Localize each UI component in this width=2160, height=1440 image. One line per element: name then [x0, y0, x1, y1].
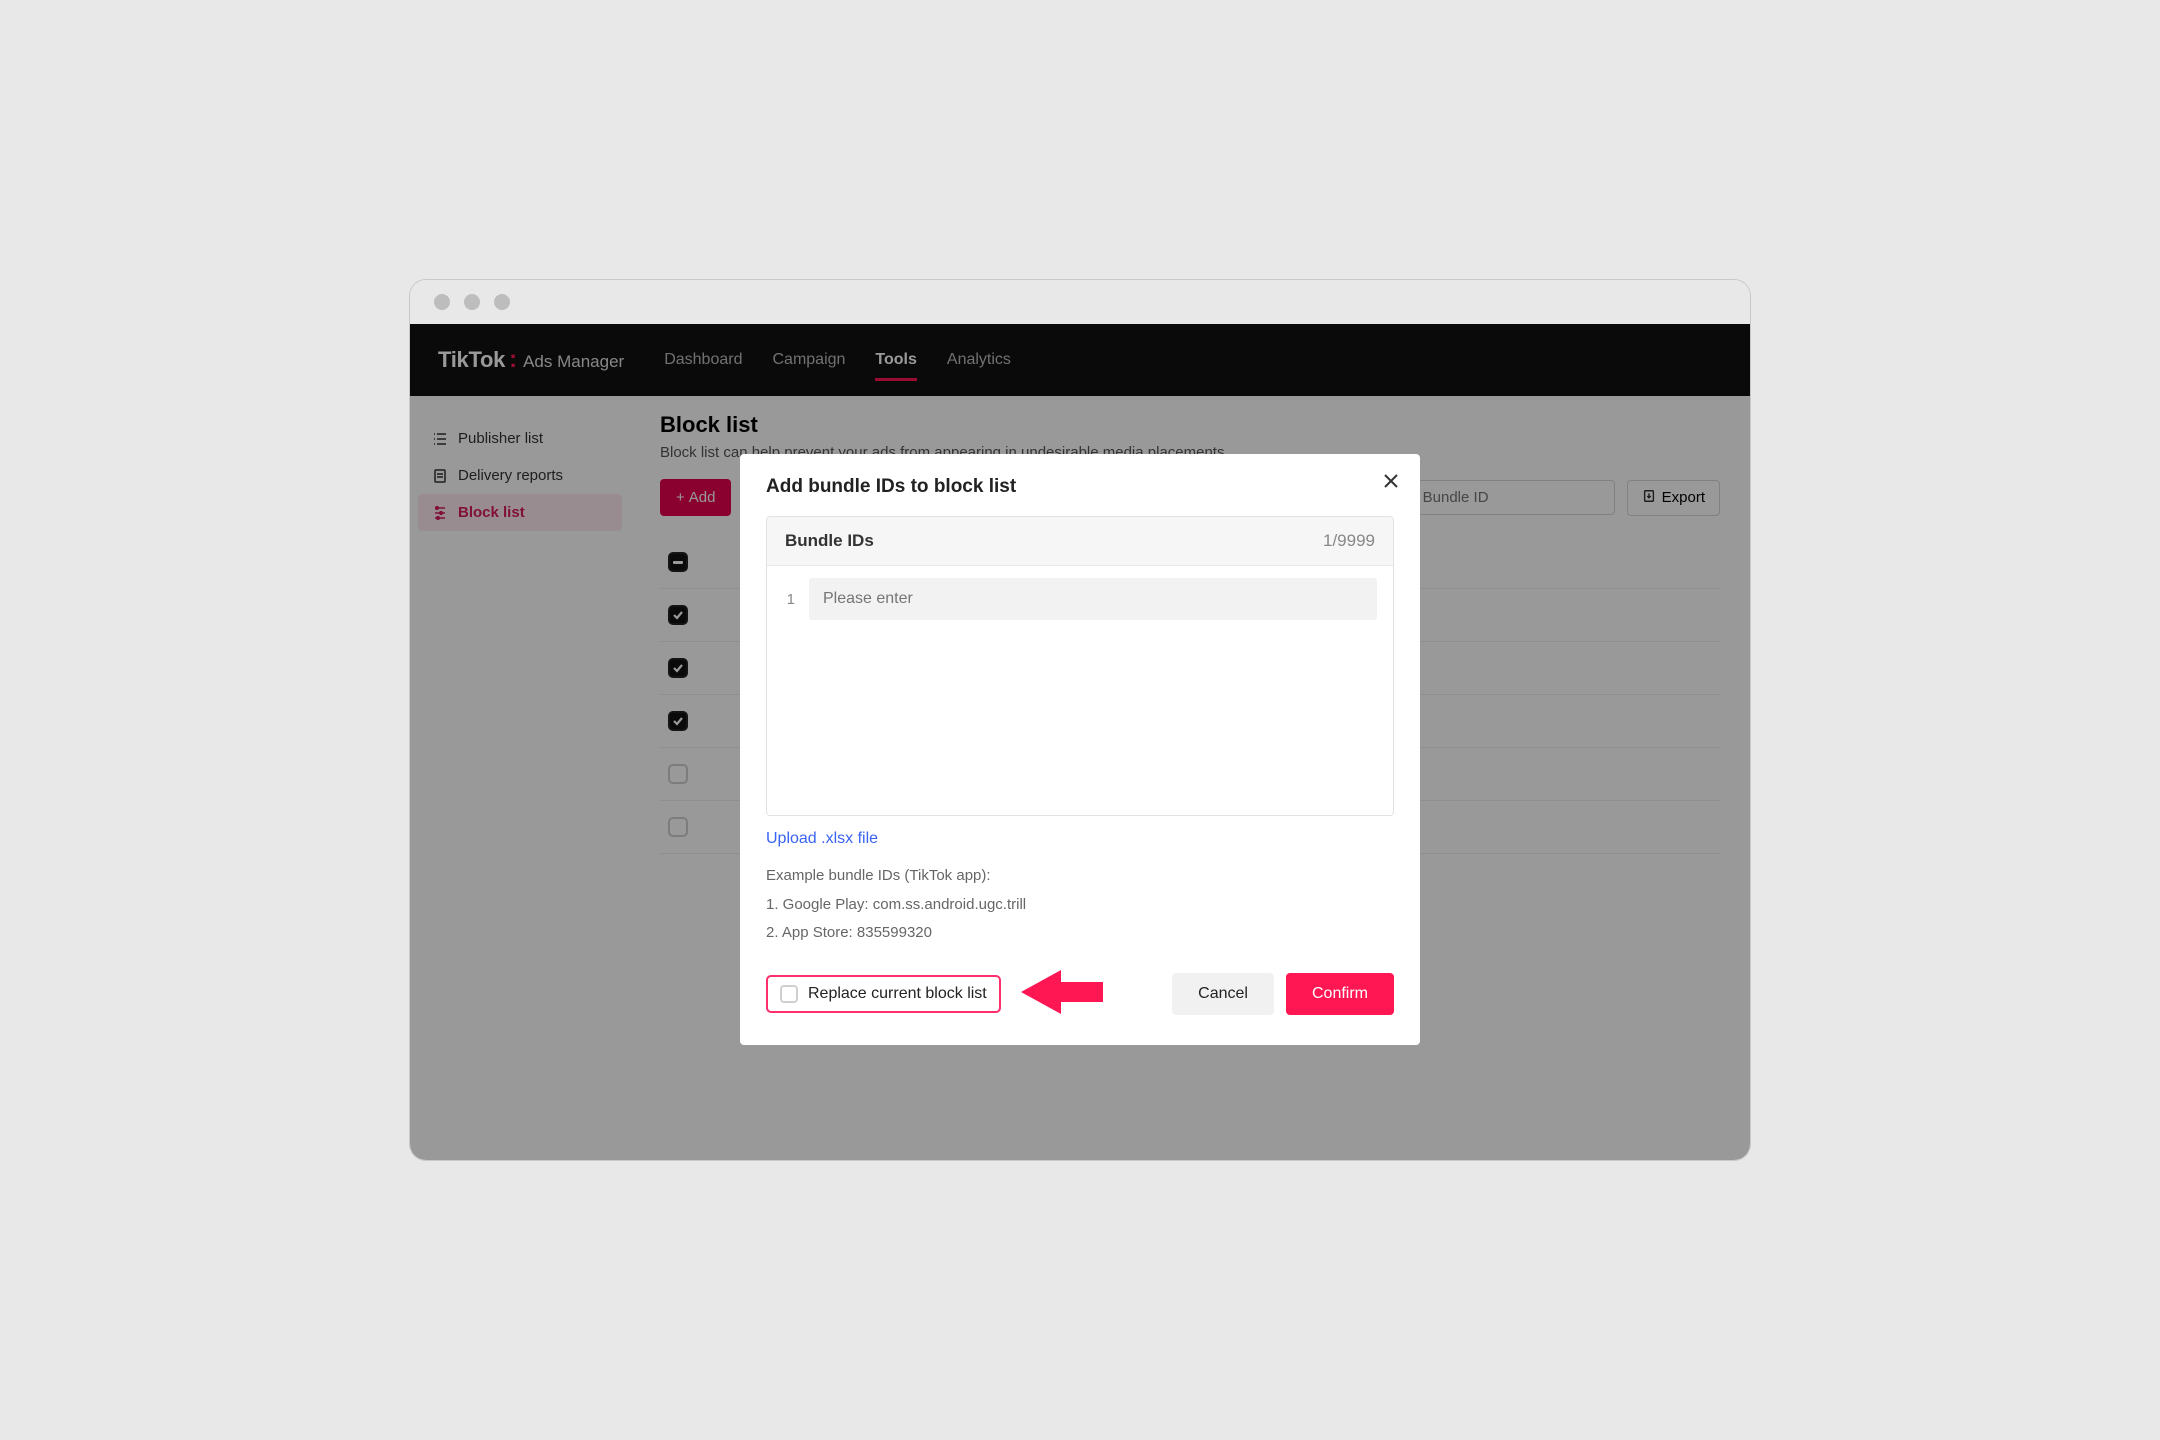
- bundle-ids-count: 1/9999: [1323, 531, 1375, 551]
- row-number: 1: [783, 591, 795, 608]
- replace-checkbox-wrap[interactable]: Replace current block list: [766, 975, 1001, 1013]
- cancel-button[interactable]: Cancel: [1172, 973, 1274, 1015]
- bundle-ids-box: Bundle IDs 1/9999 1: [766, 516, 1394, 816]
- traffic-maximize[interactable]: [494, 294, 510, 310]
- modal-overlay[interactable]: Add bundle IDs to block list Bundle IDs …: [410, 324, 1750, 1160]
- bundle-id-input[interactable]: [809, 578, 1377, 620]
- bundle-ids-header: Bundle IDs 1/9999: [767, 517, 1393, 566]
- browser-frame: TikTok: Ads Manager Dashboard Campaign T…: [410, 280, 1750, 1160]
- modal-footer: Replace current block list Cancel Confir…: [766, 970, 1394, 1019]
- example-line: 1. Google Play: com.ss.android.ugc.trill: [766, 891, 1394, 920]
- close-button[interactable]: [1382, 472, 1400, 495]
- confirm-button[interactable]: Confirm: [1286, 973, 1394, 1015]
- example-line: 2. App Store: 835599320: [766, 919, 1394, 948]
- modal-title: Add bundle IDs to block list: [766, 476, 1394, 498]
- replace-label: Replace current block list: [808, 985, 987, 1003]
- bundle-ids-label: Bundle IDs: [785, 531, 874, 551]
- example-heading: Example bundle IDs (TikTok app):: [766, 862, 1394, 891]
- browser-titlebar: [410, 280, 1750, 324]
- replace-checkbox[interactable]: [780, 985, 798, 1003]
- traffic-minimize[interactable]: [464, 294, 480, 310]
- example-block: Example bundle IDs (TikTok app): 1. Goog…: [766, 862, 1394, 948]
- bundle-id-row: 1: [767, 566, 1393, 632]
- add-bundle-modal: Add bundle IDs to block list Bundle IDs …: [740, 454, 1420, 1045]
- arrow-callout-icon: [1021, 970, 1103, 1019]
- upload-xlsx-link[interactable]: Upload .xlsx file: [766, 830, 878, 848]
- traffic-close[interactable]: [434, 294, 450, 310]
